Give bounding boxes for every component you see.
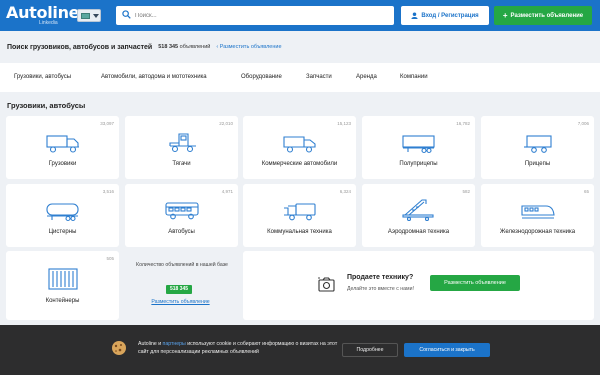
cookie-icon <box>112 341 126 355</box>
category-count: 4,971 <box>221 189 233 194</box>
municipal-icon <box>283 203 316 221</box>
top-header: Autoline Linkedia Вход / Регистрация + Р… <box>0 0 600 31</box>
section-title: Грузовики, автобусы <box>7 101 86 110</box>
page-heading-row: Поиск грузовиков, автобусов и запчастей … <box>7 41 282 53</box>
partners-link[interactable]: партнеры <box>163 341 186 347</box>
category-label: Тягачи <box>172 161 191 167</box>
ads-count-suffix: объявлений <box>179 44 211 50</box>
category-count: 33,097 <box>100 121 114 126</box>
truck-icon <box>45 135 79 153</box>
country-selector[interactable] <box>77 9 101 22</box>
airport-stairs-icon <box>401 199 434 221</box>
category-count: 22,010 <box>219 121 233 126</box>
category-card-trucks[interactable]: 33,097 Грузовики <box>6 116 119 179</box>
category-label: Железнодорожная техника <box>499 229 576 235</box>
train-icon <box>520 205 555 219</box>
category-count: 582 <box>462 189 470 194</box>
category-count: 15,123 <box>337 121 351 126</box>
category-card-railway[interactable]: 65 Железнодорожная техника <box>481 184 594 247</box>
category-card-tanks[interactable]: 3,516 Цистерны <box>6 184 119 247</box>
category-nav: Грузовики, автобусы Автомобили, автодома… <box>0 63 600 92</box>
category-label: Прицепы <box>524 161 551 167</box>
stats-post-link[interactable]: Разместить объявление <box>124 299 237 305</box>
post-ad-link[interactable]: ‹ Разместить объявление <box>216 44 281 50</box>
search-icon <box>122 10 131 19</box>
bus-icon <box>164 202 199 220</box>
cookie-agree-button[interactable]: Согласиться и закрыть <box>404 343 490 357</box>
nav-item-cars[interactable]: Автомобили, автодома и мототехника <box>101 63 207 92</box>
category-card-commercial[interactable]: 15,123 Коммерческие автомобили <box>243 116 356 179</box>
van-icon <box>282 136 316 153</box>
flag-icon <box>81 13 90 19</box>
category-label: Автобусы <box>168 229 195 235</box>
category-count: 65 <box>583 189 589 194</box>
category-label: Контейнеры <box>45 298 80 304</box>
user-icon <box>411 12 418 19</box>
cookie-text: Autoline и партнеры используют cookie и … <box>138 340 338 356</box>
sell-title: Продаете технику? <box>347 274 414 281</box>
category-label: Коммунальная техника <box>267 229 332 235</box>
search-bar <box>116 6 394 25</box>
cookie-text-pre: Autoline и <box>138 341 162 347</box>
category-label: Коммерческие автомобили <box>261 161 338 167</box>
ads-count-number: 518 345 <box>158 44 179 50</box>
post-ad-link-label: Разместить объявление <box>219 44 282 50</box>
tractor-unit-icon <box>168 133 196 153</box>
nav-item-equipment[interactable]: Оборудование <box>241 63 282 92</box>
category-card-semi-trailers[interactable]: 16,782 Полуприцепы <box>362 116 475 179</box>
sell-subtitle: Делайте это вместе с нами! <box>347 286 414 292</box>
add-photo-icon <box>318 277 335 292</box>
nav-item-companies[interactable]: Компании <box>400 63 428 92</box>
category-count: 6,324 <box>339 189 351 194</box>
sell-post-button[interactable]: Разместить объявление <box>430 275 520 291</box>
category-label: Грузовики <box>48 161 77 167</box>
category-card-trailers[interactable]: 7,006 Прицепы <box>481 116 594 179</box>
chevron-down-icon <box>93 14 99 18</box>
category-count: 7,006 <box>577 121 589 126</box>
nav-item-rental[interactable]: Аренда <box>356 63 377 92</box>
container-icon <box>47 268 78 290</box>
login-label: Вход / Регистрация <box>421 12 479 19</box>
stats-block: Количество объявлений в нашей базе 518 3… <box>124 251 237 320</box>
ads-count: 518 345 объявлений <box>158 44 210 50</box>
search-input[interactable] <box>135 6 385 25</box>
category-card-tractor-units[interactable]: 22,010 Тягачи <box>125 116 238 179</box>
category-card-containers[interactable]: 505 Контейнеры <box>6 251 119 320</box>
login-button[interactable]: Вход / Регистрация <box>401 6 489 25</box>
category-count: 3,516 <box>102 189 114 194</box>
page-title: Поиск грузовиков, автобусов и запчастей <box>7 43 153 51</box>
trailer-icon <box>523 135 552 153</box>
tank-icon <box>45 203 79 222</box>
post-ad-button[interactable]: + Разместить объявление <box>494 6 592 25</box>
category-card-buses[interactable]: 4,971 Автобусы <box>125 184 238 247</box>
nav-item-trucks-buses[interactable]: Грузовики, автобусы <box>14 63 71 92</box>
category-card-airport[interactable]: 582 Аэродромная техника <box>362 184 475 247</box>
category-count: 505 <box>106 256 114 261</box>
category-count: 16,782 <box>456 121 470 126</box>
sell-banner: Продаете технику? Делайте это вместе с н… <box>243 251 594 320</box>
category-card-municipal[interactable]: 6,324 Коммунальная техника <box>243 184 356 247</box>
nav-item-parts[interactable]: Запчасти <box>306 63 332 92</box>
category-label: Аэродромная техника <box>387 229 450 235</box>
stats-text: Количество объявлений в нашей базе <box>136 262 228 268</box>
category-label: Полуприцепы <box>399 161 438 167</box>
cookie-more-button[interactable]: Подробнее <box>342 343 398 357</box>
logo-subtitle: Linkedia <box>39 20 58 26</box>
plus-icon: + <box>502 11 508 20</box>
category-label: Цистерны <box>48 229 77 235</box>
semi-trailer-icon <box>401 135 435 154</box>
post-ad-label: Разместить объявление <box>510 12 584 19</box>
stats-count-badge: 518 345 <box>166 285 192 294</box>
